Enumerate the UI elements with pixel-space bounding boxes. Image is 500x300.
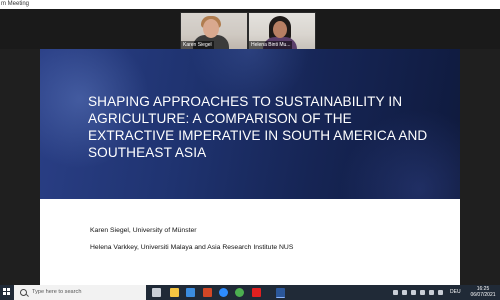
- participant-tile-karen[interactable]: Karen Siegel: [180, 12, 248, 50]
- windows-logo-icon: [3, 288, 6, 291]
- battery-icon[interactable]: [420, 290, 425, 295]
- window-title: m Meeting: [1, 1, 30, 7]
- participant-name: Karen Siegel: [181, 41, 214, 49]
- volume-icon[interactable]: [438, 290, 443, 295]
- participant-tile-helena[interactable]: Helena Binti Mu...: [248, 12, 316, 50]
- windows-logo-icon: [7, 292, 10, 295]
- onedrive-icon[interactable]: [402, 290, 407, 295]
- search-icon: [20, 289, 27, 296]
- slide-title-banner: SHAPING APPROACHES TO SUSTAINABILITY IN …: [40, 49, 460, 199]
- word-icon[interactable]: [276, 288, 285, 298]
- wifi-icon[interactable]: [429, 290, 434, 295]
- windows-taskbar: Type here to search DEU 16:25 06/07/2021: [0, 285, 500, 300]
- input-language-indicator[interactable]: DEU: [450, 285, 461, 300]
- taskbar-clock[interactable]: 16:25 06/07/2021: [470, 286, 496, 298]
- powerpoint-icon[interactable]: [203, 288, 212, 297]
- store-icon[interactable]: [186, 288, 195, 297]
- slide-title: SHAPING APPROACHES TO SUSTAINABILITY IN …: [88, 94, 428, 160]
- zoom-icon[interactable]: [219, 288, 228, 297]
- file-explorer-icon[interactable]: [170, 288, 179, 297]
- participant-video-face: [203, 19, 219, 38]
- acrobat-icon[interactable]: [252, 288, 261, 297]
- windows-logo-icon: [7, 288, 10, 291]
- clock-date: 06/07/2021: [470, 292, 496, 298]
- chrome-icon[interactable]: [235, 288, 244, 297]
- search-placeholder: Type here to search: [32, 289, 82, 295]
- participant-video-face: [273, 21, 287, 38]
- show-hidden-icons-icon[interactable]: [411, 290, 416, 295]
- window-title-bar: m Meeting: [0, 0, 500, 9]
- network-icon[interactable]: [393, 290, 398, 295]
- start-button[interactable]: [0, 285, 14, 300]
- task-view-icon[interactable]: [152, 288, 161, 297]
- participant-video-strip: Karen Siegel Helena Binti Mu...: [0, 9, 500, 50]
- slide-author-line: Helena Varkkey, Universiti Malaya and As…: [90, 244, 294, 251]
- participant-name: Helena Binti Mu...: [249, 41, 293, 49]
- windows-logo-icon: [3, 292, 6, 295]
- shared-screen-slide: SHAPING APPROACHES TO SUSTAINABILITY IN …: [40, 49, 460, 285]
- slide-author-line: Karen Siegel, University of Münster: [90, 227, 197, 234]
- taskbar-search-box[interactable]: Type here to search: [14, 285, 146, 300]
